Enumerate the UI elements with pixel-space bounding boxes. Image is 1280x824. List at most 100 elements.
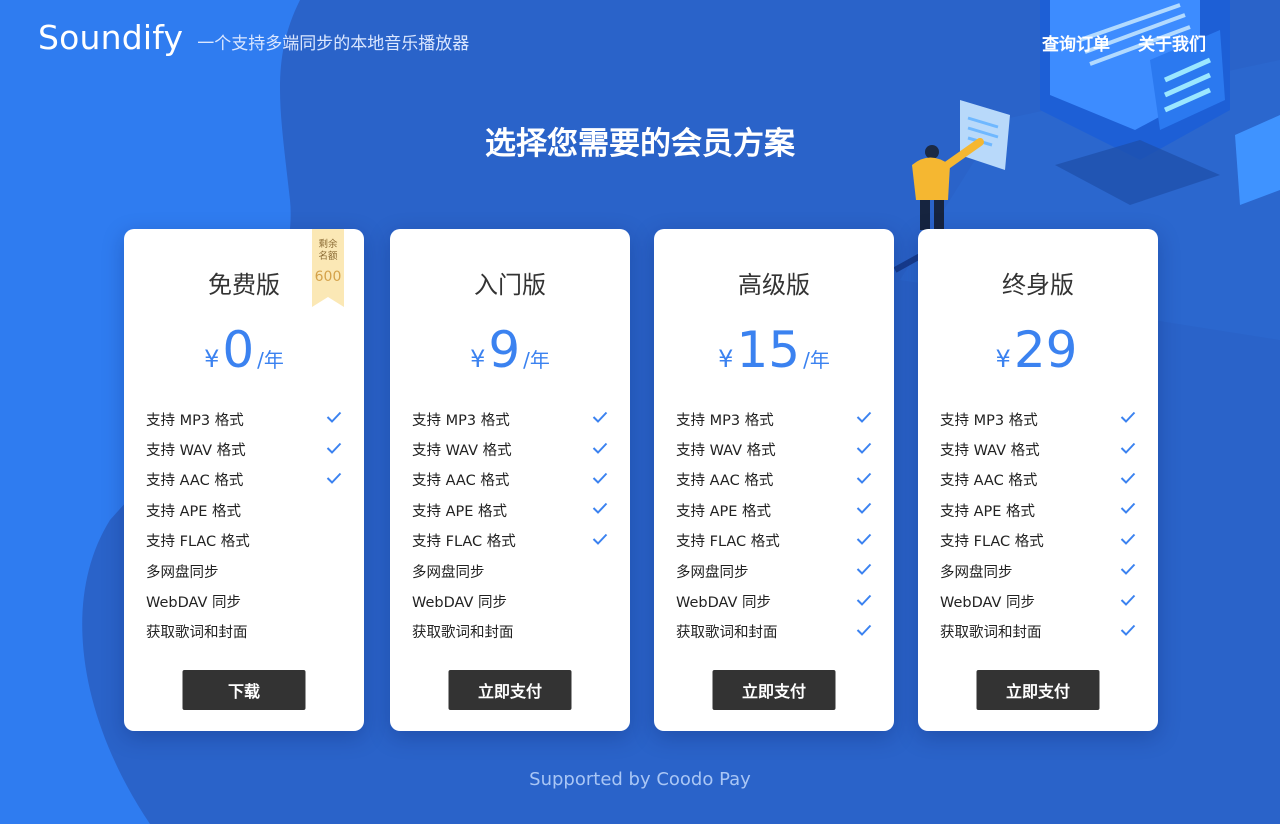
feature-label: 支持 AAC 格式: [412, 473, 510, 490]
feature-item: 获取歌词和封面: [146, 617, 342, 647]
check-icon: [856, 533, 872, 549]
feature-label: 支持 WAV 格式: [940, 443, 1040, 460]
feature-item: WebDAV 同步: [146, 586, 342, 616]
feature-item: 支持 APE 格式: [146, 495, 342, 525]
feature-label: 获取歌词和封面: [940, 625, 1042, 642]
feature-label: 支持 FLAC 格式: [412, 534, 516, 551]
check-icon: [326, 411, 342, 427]
plan-card: 入门版 ¥ 9 /年 支持 MP3 格式 支持 WAV 格式 支持 AAC 格式…: [390, 229, 630, 731]
feature-label: 多网盘同步: [146, 564, 219, 581]
check-icon: [1120, 442, 1136, 458]
feature-label: 获取歌词和封面: [146, 625, 248, 642]
price-period: /年: [803, 348, 830, 372]
feature-item: 支持 APE 格式: [940, 495, 1136, 525]
feature-label: 支持 AAC 格式: [676, 473, 774, 490]
feature-item: WebDAV 同步: [940, 586, 1136, 616]
feature-label: 获取歌词和封面: [676, 625, 778, 642]
feature-label: 支持 AAC 格式: [146, 473, 244, 490]
feature-item: 获取歌词和封面: [940, 617, 1136, 647]
feature-item: 支持 MP3 格式: [146, 404, 342, 434]
feature-item: 支持 MP3 格式: [676, 404, 872, 434]
currency-symbol: ¥: [718, 345, 734, 373]
pay-now-button[interactable]: 立即支付: [712, 670, 836, 710]
feature-item: 支持 WAV 格式: [940, 434, 1136, 464]
plan-price: ¥ 15 /年: [654, 321, 894, 379]
feature-label: 支持 APE 格式: [146, 503, 242, 520]
check-icon: [856, 563, 872, 579]
currency-symbol: ¥: [995, 345, 1011, 373]
feature-item: 支持 AAC 格式: [412, 465, 608, 495]
check-icon: [326, 472, 342, 488]
check-icon: [592, 442, 608, 458]
feature-item: 支持 MP3 格式: [412, 404, 608, 434]
feature-label: 支持 MP3 格式: [146, 412, 244, 429]
feature-item: 支持 FLAC 格式: [146, 526, 342, 556]
plan-price: ¥ 29: [918, 321, 1158, 379]
brand-logo[interactable]: Soundify: [38, 18, 183, 57]
check-icon: [1120, 411, 1136, 427]
check-icon: [856, 442, 872, 458]
feature-item: 支持 APE 格式: [412, 495, 608, 525]
feature-label: 多网盘同步: [676, 564, 749, 581]
price-amount: 29: [1013, 321, 1078, 379]
top-nav: 查询订单 关于我们: [1042, 30, 1206, 55]
plan-name: 终身版: [1002, 271, 1074, 299]
feature-label: 多网盘同步: [412, 564, 485, 581]
feature-label: WebDAV 同步: [676, 595, 772, 612]
plan-card: 高级版 ¥ 15 /年 支持 MP3 格式 支持 WAV 格式 支持 AAC 格…: [654, 229, 894, 731]
nav-about-us[interactable]: 关于我们: [1138, 30, 1206, 55]
feature-list: 支持 MP3 格式 支持 WAV 格式 支持 AAC 格式 支持 APE 格式 …: [676, 404, 872, 647]
pay-now-button[interactable]: 立即支付: [448, 670, 572, 710]
check-icon: [1120, 624, 1136, 640]
feature-item: WebDAV 同步: [412, 586, 608, 616]
feature-item: 支持 MP3 格式: [940, 404, 1136, 434]
plan-card: 终身版 ¥ 29 支持 MP3 格式 支持 WAV 格式 支持 AAC 格式 支…: [918, 229, 1158, 731]
brand-tagline: 一个支持多端同步的本地音乐播放器: [197, 34, 470, 54]
check-icon: [592, 533, 608, 549]
currency-symbol: ¥: [204, 345, 220, 373]
feature-label: 获取歌词和封面: [412, 625, 514, 642]
feature-label: 支持 APE 格式: [412, 503, 508, 520]
nav-query-order[interactable]: 查询订单: [1042, 30, 1110, 55]
feature-item: 支持 WAV 格式: [412, 434, 608, 464]
price-amount: 9: [488, 321, 521, 379]
feature-label: 支持 FLAC 格式: [940, 534, 1044, 551]
currency-symbol: ¥: [470, 345, 486, 373]
feature-label: 支持 MP3 格式: [412, 412, 510, 429]
price-amount: 0: [222, 321, 255, 379]
plan-price: ¥ 0 /年: [124, 321, 364, 379]
feature-label: 支持 APE 格式: [940, 503, 1036, 520]
check-icon: [856, 502, 872, 518]
feature-item: 获取歌词和封面: [676, 617, 872, 647]
feature-item: 多网盘同步: [146, 556, 342, 586]
feature-label: 支持 MP3 格式: [940, 412, 1038, 429]
feature-item: 多网盘同步: [412, 556, 608, 586]
feature-label: 支持 FLAC 格式: [676, 534, 780, 551]
feature-label: 支持 FLAC 格式: [146, 534, 250, 551]
feature-label: 多网盘同步: [940, 564, 1013, 581]
plan-name: 免费版: [208, 271, 280, 299]
feature-label: 支持 WAV 格式: [676, 443, 776, 460]
check-icon: [1120, 533, 1136, 549]
feature-item: 支持 FLAC 格式: [412, 526, 608, 556]
plan-name: 入门版: [474, 271, 546, 299]
check-icon: [856, 411, 872, 427]
plan-price: ¥ 9 /年: [390, 321, 630, 379]
plan-card: 剩余名额 600 免费版 ¥ 0 /年 支持 MP3 格式 支持 WAV 格式 …: [124, 229, 364, 731]
check-icon: [1120, 502, 1136, 518]
check-icon: [1120, 594, 1136, 610]
feature-item: 多网盘同步: [676, 556, 872, 586]
check-icon: [856, 594, 872, 610]
download-button[interactable]: 下载: [182, 670, 306, 710]
feature-item: 支持 FLAC 格式: [940, 526, 1136, 556]
feature-item: 支持 WAV 格式: [146, 434, 342, 464]
feature-item: 多网盘同步: [940, 556, 1136, 586]
footer-credit: Supported by Coodo Pay: [529, 769, 751, 790]
price-period: /年: [523, 348, 550, 372]
check-icon: [592, 411, 608, 427]
feature-label: 支持 MP3 格式: [676, 412, 774, 429]
check-icon: [326, 442, 342, 458]
brand: Soundify 一个支持多端同步的本地音乐播放器: [38, 18, 469, 57]
feature-item: 支持 APE 格式: [676, 495, 872, 525]
pay-now-button[interactable]: 立即支付: [976, 670, 1100, 710]
